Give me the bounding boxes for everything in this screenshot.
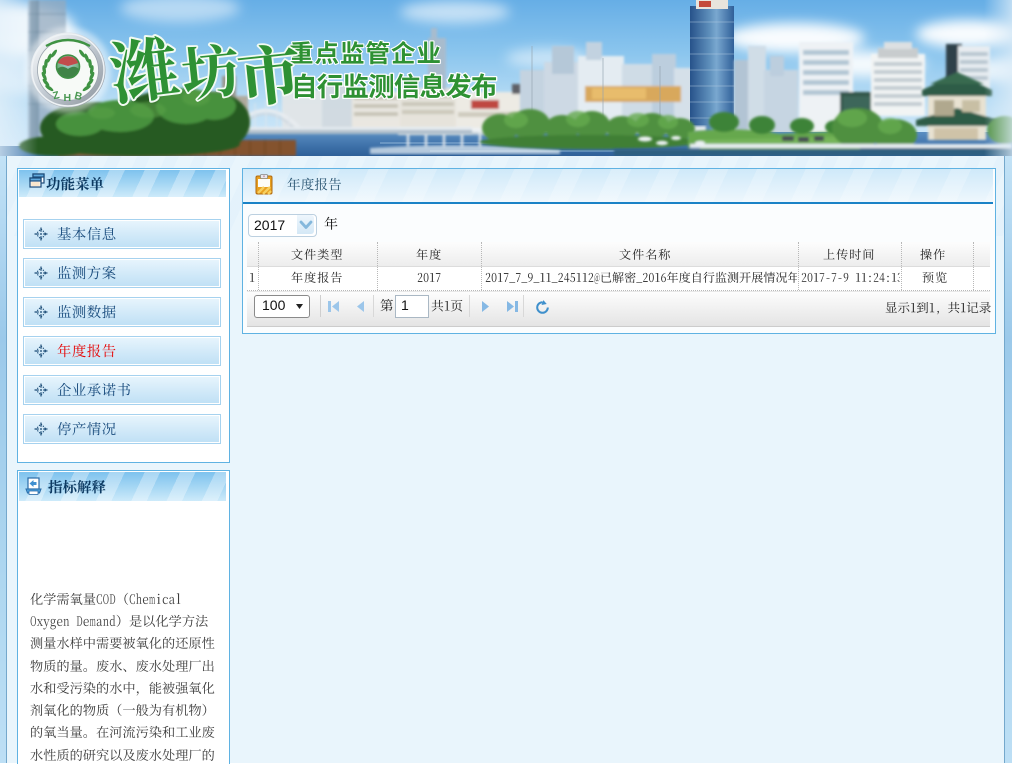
svg-text:H: H (64, 92, 72, 104)
